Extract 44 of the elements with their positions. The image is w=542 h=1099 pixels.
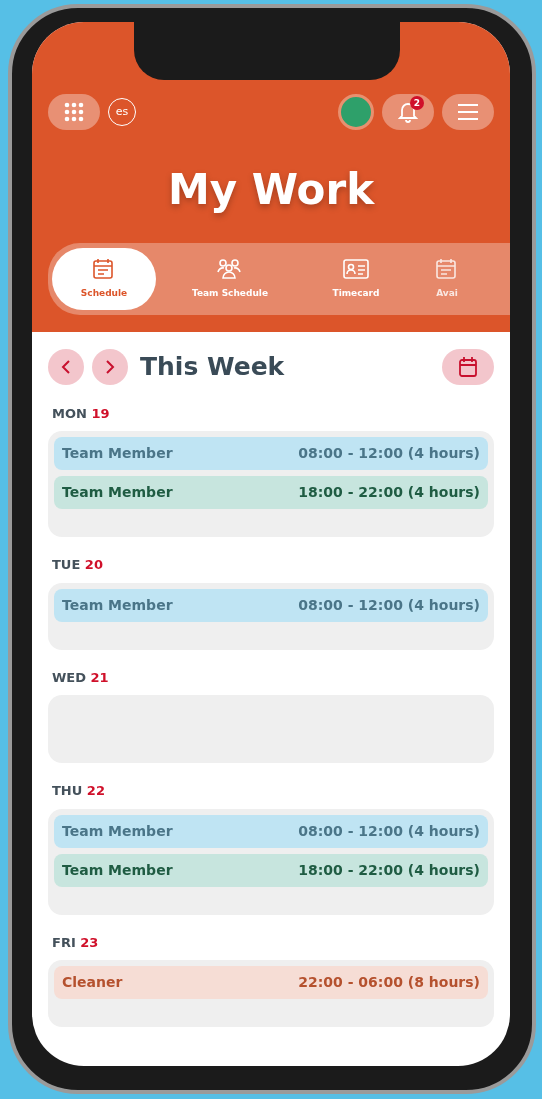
- shift-role: Team Member: [62, 595, 173, 615]
- page-title: My Work: [166, 164, 376, 216]
- week-title: This Week: [140, 351, 285, 383]
- shift-time: 18:00 - 22:00 (4 hours): [298, 860, 480, 880]
- shift-row[interactable]: Team Member 18:00 - 22:00 (4 hours): [54, 853, 488, 887]
- shift-row[interactable]: Team Member 18:00 - 22:00 (4 hours): [54, 476, 488, 509]
- grid-icon: [64, 102, 84, 122]
- chevron-right-icon: [104, 358, 116, 375]
- menu-icon: [457, 103, 479, 121]
- calendar-button[interactable]: [442, 348, 494, 385]
- notification-count: 2: [410, 96, 424, 110]
- shift-time: 08:00 - 12:00 (4 hours): [298, 821, 480, 841]
- notifications-button[interactable]: 2: [382, 94, 434, 130]
- bell-icon: [398, 101, 418, 123]
- tab[interactable]: Avai: [430, 248, 464, 310]
- day-label: THU 22: [52, 782, 106, 800]
- shift-row[interactable]: Cleaner 22:00 - 06:00 (8 hours): [54, 966, 488, 999]
- shift-time: 22:00 - 06:00 (8 hours): [298, 973, 480, 992]
- shift-role: Team Member: [62, 821, 173, 841]
- calendar-icon: [458, 355, 478, 378]
- shift-time: 18:00 - 22:00 (4 hours): [298, 483, 480, 502]
- shift-row[interactable]: Team Member 08:00 - 12:00 (4 hours): [54, 814, 488, 848]
- tab[interactable]: Schedule: [52, 248, 156, 310]
- shift-role: Team Member: [62, 860, 173, 880]
- shift-row[interactable]: Team Member 08:00 - 12:00 (4 hours): [54, 588, 488, 622]
- shift-time: 08:00 - 12:00 (4 hours): [298, 595, 480, 615]
- shift-row[interactable]: Team Member 08:00 - 12:00 (4 hours): [54, 437, 488, 470]
- tab[interactable]: Timecard: [304, 248, 408, 310]
- day-label: TUE 20: [52, 556, 104, 574]
- day-label: FRI 23: [52, 933, 100, 952]
- previous-week-button[interactable]: [48, 348, 84, 385]
- menu-button[interactable]: [442, 94, 494, 130]
- id-card-icon: [343, 257, 369, 282]
- shift-role: Team Member: [62, 444, 173, 463]
- shift-role: Cleaner: [62, 973, 123, 992]
- shift-time: 08:00 - 12:00 (4 hours): [298, 444, 480, 463]
- apps-grid-button[interactable]: [48, 94, 100, 130]
- people-icon: [217, 257, 243, 282]
- shift-role: Team Member: [62, 483, 173, 502]
- day-label: MON 19: [52, 404, 111, 423]
- chevron-left-icon: [60, 358, 72, 375]
- next-week-button[interactable]: [92, 348, 128, 385]
- tab[interactable]: Team Schedule: [178, 248, 282, 310]
- day-label: WED 21: [52, 668, 110, 687]
